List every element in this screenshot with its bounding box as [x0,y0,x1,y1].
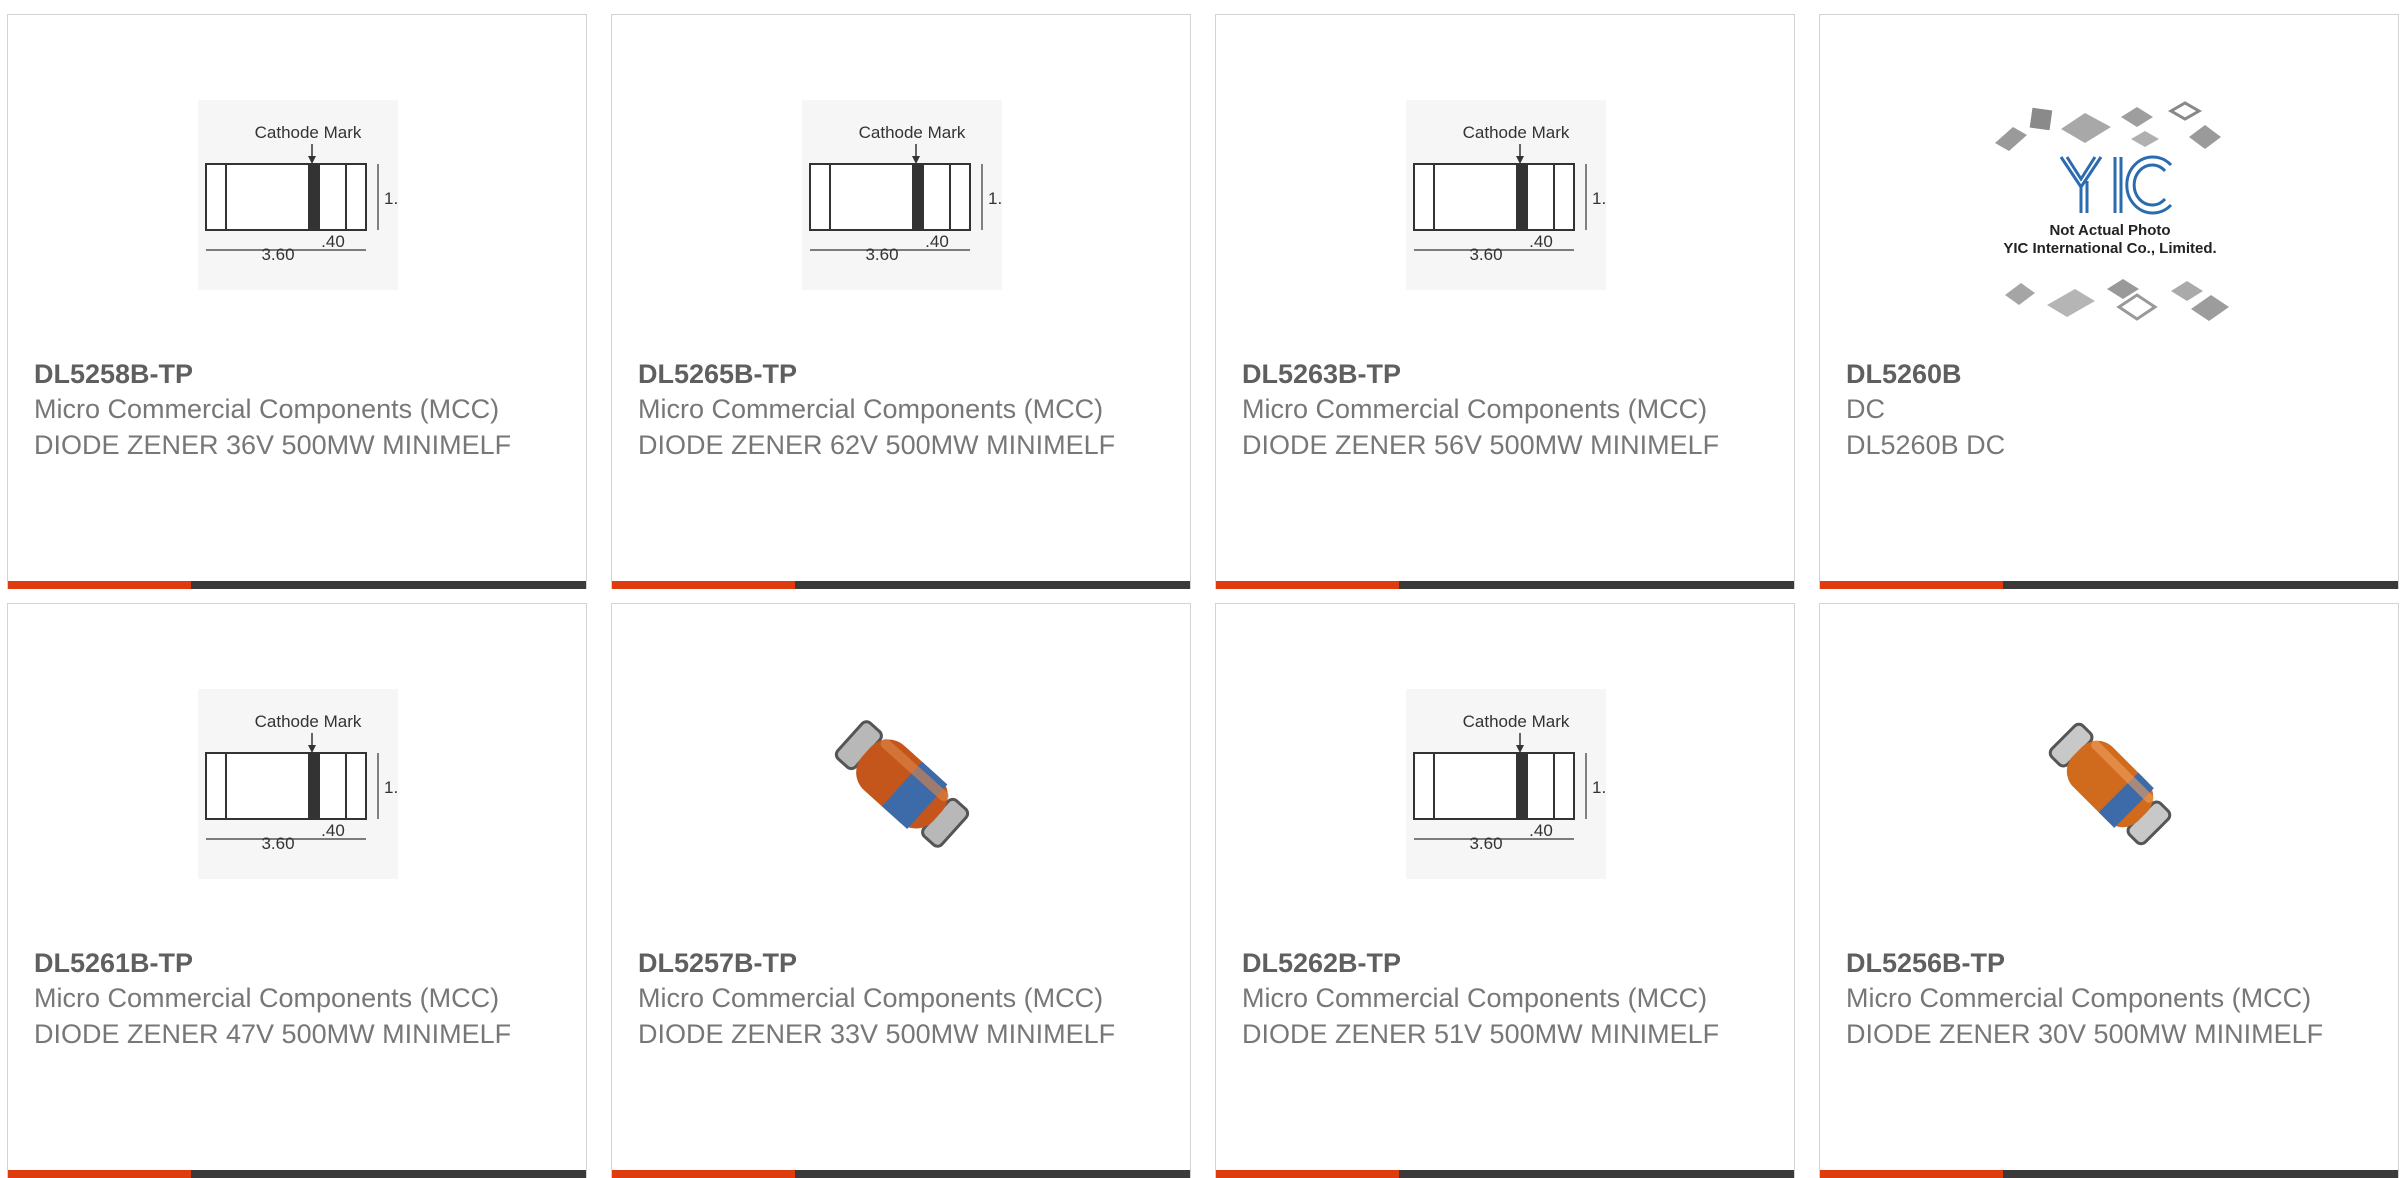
description: DIODE ZENER 56V 500MW MINIMELF [1242,430,1720,460]
part-number[interactable]: DL5263B-TP [1242,357,1722,391]
product-grid: Cathode Mark 1.50 3.60 .40 DL5258B-TP Mi… [0,0,2400,1178]
minimelf-drawing-icon: Cathode Mark 1.50 3.60 .40 [183,674,413,894]
drawing-mark-label: Cathode Mark [1463,123,1570,142]
product-card[interactable]: Not Actual Photo YIC International Co., … [1819,14,2399,589]
manufacturer: DC [1846,394,1885,424]
card-footer-bar [612,1170,1190,1178]
drawing-mark-label: Cathode Mark [255,712,362,731]
not-actual-photo-placeholder: Not Actual Photo YIC International Co., … [1975,95,2245,345]
card-footer-bar [8,1170,586,1178]
product-info: DL5258B-TP Micro Commercial Components (… [34,357,514,463]
product-info: DL5257B-TP Micro Commercial Components (… [638,946,1118,1052]
product-info: DL5260B DC DL5260B DC [1846,357,2326,463]
product-info: DL5261B-TP Micro Commercial Components (… [34,946,514,1052]
product-info: DL5262B-TP Micro Commercial Components (… [1242,946,1722,1052]
card-footer-bar [1216,581,1794,589]
description: DIODE ZENER 30V 500MW MINIMELF [1846,1019,2324,1049]
manufacturer: Micro Commercial Components (MCC) [638,983,1104,1013]
drawing-mark-label: Cathode Mark [859,123,966,142]
part-number[interactable]: DL5265B-TP [638,357,1118,391]
placeholder-line1: Not Actual Photo [2049,222,2170,239]
drawing-length-label: 3.60 [261,834,294,853]
drawing-mark-label: Cathode Mark [1463,712,1570,731]
description: DIODE ZENER 36V 500MW MINIMELF [34,430,512,460]
drawing-band-label: .40 [925,232,949,251]
description: DIODE ZENER 33V 500MW MINIMELF [638,1019,1116,1049]
drawing-band-label: .40 [1529,821,1553,840]
product-card[interactable]: Cathode Mark 1.50 3.60 .40 DL5262B-TP Mi… [1215,603,1795,1178]
product-card[interactable]: Cathode Mark 1.50 3.60 .40 DL5263B-TP Mi… [1215,14,1795,589]
part-number[interactable]: DL5257B-TP [638,946,1118,980]
card-footer-bar [8,581,586,589]
manufacturer: Micro Commercial Components (MCC) [34,394,500,424]
product-card[interactable]: DL5256B-TP Micro Commercial Components (… [1819,603,2399,1178]
card-footer-bar [1820,581,2398,589]
drawing-length-label: 3.60 [261,245,294,264]
product-info: DL5265B-TP Micro Commercial Components (… [638,357,1118,463]
manufacturer: Micro Commercial Components (MCC) [1846,983,2312,1013]
manufacturer: Micro Commercial Components (MCC) [638,394,1104,424]
manufacturer: Micro Commercial Components (MCC) [1242,983,1708,1013]
description: DIODE ZENER 62V 500MW MINIMELF [638,430,1116,460]
drawing-height-label: 1.50 [1592,778,1606,797]
placeholder-line2: YIC International Co., Limited. [2003,240,2216,257]
drawing-height-label: 1.50 [384,189,398,208]
drawing-mark-label: Cathode Mark [255,123,362,142]
drawing-height-label: 1.50 [988,189,1002,208]
part-number[interactable]: DL5262B-TP [1242,946,1722,980]
drawing-band-label: .40 [1529,232,1553,251]
minimelf-drawing-icon: Cathode Mark 1.50 3.60 .40 [183,85,413,305]
drawing-height-label: 1.50 [384,778,398,797]
drawing-height-label: 1.50 [1592,189,1606,208]
minimelf-diode-photo [1995,674,2225,894]
card-footer-bar [1216,1170,1794,1178]
minimelf-drawing-icon: Cathode Mark 1.50 3.60 .40 [787,85,1017,305]
minimelf-diode-photo [787,674,1017,894]
drawing-band-label: .40 [321,232,345,251]
drawing-length-label: 3.60 [1469,245,1502,264]
part-number[interactable]: DL5256B-TP [1846,946,2326,980]
product-card[interactable]: Cathode Mark 1.50 3.60 .40 DL5258B-TP Mi… [7,14,587,589]
card-footer-bar [612,581,1190,589]
part-number[interactable]: DL5260B [1846,357,2326,391]
product-card[interactable]: DL5257B-TP Micro Commercial Components (… [611,603,1191,1178]
description: DIODE ZENER 47V 500MW MINIMELF [34,1019,512,1049]
product-card[interactable]: Cathode Mark 1.50 3.60 .40 DL5261B-TP Mi… [7,603,587,1178]
product-card[interactable]: Cathode Mark 1.50 3.60 .40 DL5265B-TP Mi… [611,14,1191,589]
minimelf-drawing-icon: Cathode Mark 1.50 3.60 .40 [1391,674,1621,894]
manufacturer: Micro Commercial Components (MCC) [1242,394,1708,424]
part-number[interactable]: DL5258B-TP [34,357,514,391]
minimelf-drawing-icon: Cathode Mark 1.50 3.60 .40 [1391,85,1621,305]
product-info: DL5256B-TP Micro Commercial Components (… [1846,946,2326,1052]
part-number[interactable]: DL5261B-TP [34,946,514,980]
drawing-length-label: 3.60 [1469,834,1502,853]
drawing-length-label: 3.60 [865,245,898,264]
card-footer-bar [1820,1170,2398,1178]
description: DIODE ZENER 51V 500MW MINIMELF [1242,1019,1720,1049]
description: DL5260B DC [1846,430,2006,460]
manufacturer: Micro Commercial Components (MCC) [34,983,500,1013]
drawing-band-label: .40 [321,821,345,840]
product-info: DL5263B-TP Micro Commercial Components (… [1242,357,1722,463]
